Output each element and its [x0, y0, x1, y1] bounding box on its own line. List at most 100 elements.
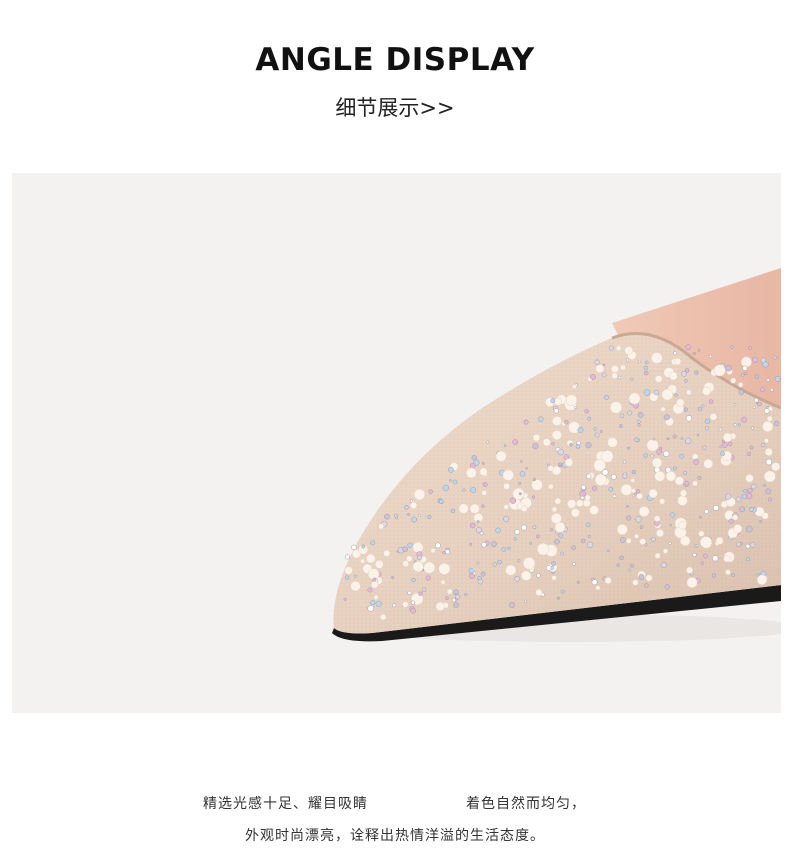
rhinestone — [469, 542, 473, 546]
rhinestone — [492, 562, 497, 567]
pearl — [440, 579, 446, 585]
rhinestone — [580, 484, 587, 490]
rhinestone — [590, 373, 596, 380]
rhinestone — [501, 547, 506, 552]
rhinestone — [585, 442, 592, 449]
pearl — [624, 346, 633, 355]
pearl — [656, 529, 664, 538]
rhinestone — [442, 484, 450, 492]
rhinestone — [668, 541, 672, 546]
rhinestone — [564, 419, 569, 425]
rhinestone — [391, 576, 395, 579]
rhinestone — [427, 514, 432, 519]
pearl — [703, 458, 714, 469]
rhinestone — [730, 345, 734, 349]
rhinestone — [672, 434, 677, 439]
pearl — [639, 538, 646, 545]
pearl — [551, 575, 557, 581]
rhinestone — [745, 543, 751, 549]
pearl — [674, 357, 682, 365]
rhinestone — [663, 450, 670, 457]
rhinestone — [700, 561, 704, 565]
rhinestone — [560, 589, 565, 594]
rhinestone — [725, 365, 732, 372]
rhinestone — [749, 542, 756, 548]
pearl — [383, 549, 391, 557]
rhinestone — [529, 541, 533, 545]
rhinestone — [619, 413, 625, 418]
pearl — [595, 585, 601, 591]
rhinestone — [469, 522, 476, 529]
section-title: ANGLE DISPLAY — [255, 42, 535, 78]
rhinestone — [773, 420, 780, 427]
pearl — [413, 488, 426, 501]
rhinestone — [742, 365, 748, 371]
rhinestone — [476, 520, 480, 523]
rhinestone — [557, 448, 565, 456]
rhinestone — [602, 363, 606, 367]
section-subtitle: 细节展示>> — [335, 96, 455, 120]
rhinestone — [680, 437, 684, 440]
rhinestone — [593, 427, 597, 431]
rhinestone — [402, 546, 408, 553]
rhinestone — [450, 508, 456, 513]
rhinestone — [748, 346, 752, 350]
pearl — [771, 462, 781, 472]
rhinestone — [630, 377, 634, 381]
pearl — [505, 564, 517, 576]
rhinestone — [551, 442, 555, 446]
pearl — [582, 499, 591, 507]
rhinestone — [370, 540, 376, 546]
rhinestone — [481, 462, 485, 465]
pearl — [567, 499, 577, 509]
pearl — [520, 505, 528, 513]
pearl — [430, 548, 436, 554]
pearl — [374, 559, 384, 569]
pearl — [632, 579, 639, 586]
rhinestone — [619, 424, 623, 428]
rhinestone — [760, 387, 765, 393]
pearl — [542, 438, 551, 447]
rhinestone — [453, 602, 459, 608]
rhinestone — [472, 571, 477, 575]
pearl — [512, 487, 525, 500]
rhinestone — [713, 504, 719, 511]
pearl — [648, 488, 658, 499]
rhinestone — [626, 515, 632, 521]
rhinestone — [684, 379, 688, 383]
pearl — [766, 415, 773, 422]
pearl — [702, 386, 711, 396]
pearl — [373, 594, 379, 600]
pearl — [502, 469, 514, 481]
rhinestone — [462, 488, 466, 492]
rhinestone — [591, 485, 598, 492]
pearl — [686, 566, 694, 574]
pearl — [723, 555, 731, 563]
rhinestone — [669, 512, 676, 518]
pearl — [686, 389, 692, 396]
rhinestone — [518, 481, 522, 485]
rhinestone — [410, 607, 417, 614]
pearl — [651, 352, 663, 364]
rhinestone — [722, 442, 728, 448]
pearl — [611, 372, 618, 379]
pearl — [646, 439, 659, 452]
rhinestone — [512, 439, 519, 445]
pearl — [630, 478, 636, 483]
rhinestone — [514, 575, 521, 582]
rhinestone — [644, 583, 649, 588]
rhinestone — [639, 525, 644, 529]
rhinestone — [741, 416, 748, 423]
rhinestone — [634, 437, 639, 442]
rhinestone — [509, 497, 517, 504]
rhinestone — [497, 559, 502, 565]
rhinestone — [449, 479, 452, 482]
rhinestone — [746, 525, 753, 533]
rhinestone — [737, 423, 741, 427]
rhinestone — [634, 492, 637, 496]
rhinestone — [683, 407, 688, 412]
rhinestone — [476, 561, 480, 565]
rhinestone — [696, 433, 700, 437]
product-detail-page: ANGLE DISPLAY 细节展示>> 精选光感十足、耀目吸睛 着色自然而均匀… — [0, 0, 790, 868]
rhinestone — [411, 577, 416, 583]
